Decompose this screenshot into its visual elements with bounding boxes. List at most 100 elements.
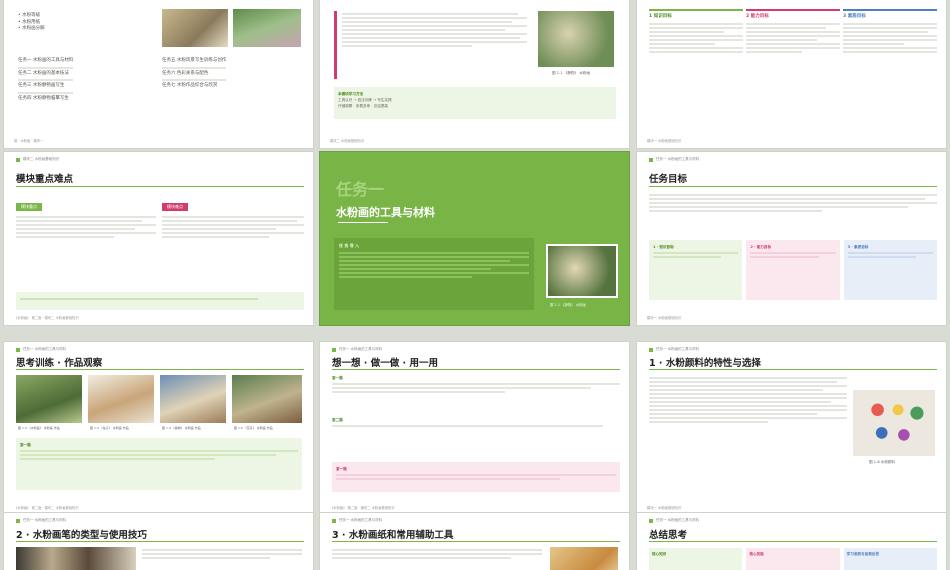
goal-column: 2 能力目标 xyxy=(746,9,840,55)
page-9: 任务一 水粉画的工具与材料 1 · 水粉颜料的特性与选择 图 1-6 水粉颜料 … xyxy=(636,341,947,516)
key-points: 模块重点 xyxy=(16,193,156,240)
summary-label: 核心技能 xyxy=(749,552,764,556)
body-text xyxy=(342,11,527,49)
goal-card: 1 · 知识目标 xyxy=(649,240,743,300)
summary-label: 学习收获与自我反思 xyxy=(846,552,879,556)
page-header: 任务一 水粉画的工具与材料 xyxy=(332,518,382,523)
task-item: 任务一 水粉画的工具与材料 xyxy=(18,58,74,63)
image-caption: 图 1-3 《兔子》 水粉画 作品 xyxy=(90,426,129,430)
summary-label: 核心知识 xyxy=(652,552,667,556)
task-item: 任务三 水粉静物画写生 xyxy=(18,83,65,88)
quote-bar xyxy=(334,11,337,79)
question-section: 第二题 xyxy=(332,417,620,429)
task-item: 任务五 水粉风景写生训练与创作 xyxy=(162,58,227,63)
goal-column: 1 知识目标 xyxy=(649,9,743,55)
key-badge: 模块重点 xyxy=(16,203,42,211)
difficult-badge: 模块难点 xyxy=(162,203,188,211)
page-4: 模块二 水粉画基础知识 模块重点难点 模块重点 模块难点 《水粉画》 第二版 ·… xyxy=(3,151,314,326)
page-header: 任务一 水粉画的工具与材料 xyxy=(649,347,699,352)
page-title: 2 · 水粉画笔的类型与使用技巧 xyxy=(16,530,147,541)
methods-box: 本模块学习方法 工具认识 → 技法训练 → 写生实践 仔细观察 · 多看多练 ·… xyxy=(334,87,616,119)
artwork-image xyxy=(88,375,154,423)
page-header: 模块二 水粉画基础知识 xyxy=(16,157,59,162)
page-header: 任务一 水粉画的工具与材料 xyxy=(16,518,66,523)
question-label: 第二题 xyxy=(332,418,343,422)
goal-label: 3 素质目标 xyxy=(843,14,866,19)
goal-card: 3 · 素质目标 xyxy=(843,240,937,300)
page-footer: 《水粉画》 第二版 · 模块二 水粉画基础知识 xyxy=(330,506,395,510)
methods-line: 仔细观察 · 多看多练 · 总结提高 xyxy=(338,104,388,108)
image-caption: 图 1-1 《静物》 水粉画 xyxy=(550,303,586,307)
image-caption: 图 1-2 《水粉画》 水粉画 作品 xyxy=(18,426,60,430)
goal-card: 2 · 能力目标 xyxy=(746,240,840,300)
page-3: 1 知识目标 2 能力目标 3 素质目标 模块一 水粉画基础知识 xyxy=(636,0,947,149)
page-title: 想一想 · 做一做 · 用一用 xyxy=(332,358,438,369)
summary-box xyxy=(16,292,304,310)
summary-card: 核心技能 xyxy=(746,548,840,570)
paint-palette-image xyxy=(853,390,935,456)
body-text xyxy=(649,192,937,214)
note-box: 第一题 xyxy=(16,438,302,490)
body-text xyxy=(649,375,847,425)
practice-box: 第一题 xyxy=(332,462,620,492)
page-title: 思考训练 · 作品观察 xyxy=(16,358,103,369)
note-label: 第一题 xyxy=(20,443,31,447)
brush-image xyxy=(16,547,136,570)
page-8: 任务一 水粉画的工具与材料 想一想 · 做一做 · 用一用 第一题 第二题 第一… xyxy=(319,341,630,516)
task-item: 任务四 水粉静物临摹写生 xyxy=(18,95,69,101)
image-caption: 图 1-5 《花卉》 水粉画 作品 xyxy=(234,426,273,430)
page-header: 任务一 水粉画的工具与材料 xyxy=(649,518,699,523)
page-6: 任务一 水粉画的工具与材料 任务目标 1 · 知识目标 2 · 能力目标 3 ·… xyxy=(636,151,947,326)
page-footer: 模块一 水粉画基础知识 xyxy=(647,506,682,510)
summary-card: 学习收获与自我反思 xyxy=(843,548,937,570)
goal-label: 2 能力目标 xyxy=(746,14,769,19)
page-11: 任务一 水粉画的工具与材料 3 · 水粉画纸和常用辅助工具 xyxy=(319,512,630,570)
question-label: 第一题 xyxy=(332,376,343,380)
image-caption: 图 1-1 《静物》 水粉画 xyxy=(552,71,591,75)
page-footer: 模块二 水粉画基础知识 xyxy=(330,139,365,143)
difficult-points: 模块难点 xyxy=(162,193,304,240)
page-1: • 水粉等级 • 水粉用纸 • 水粉画分解 任务一 水粉画的工具与材料 任务二 … xyxy=(3,0,314,149)
paper-image xyxy=(550,547,618,570)
page-header: 任务一 水粉画的工具与材料 xyxy=(332,347,382,352)
question-label: 第一题 xyxy=(336,467,347,471)
page-footer: 《水粉画》 第二版 · 模块二 水粉画基础知识 xyxy=(14,506,79,510)
task-item: 任务六 色彩关系与配色 xyxy=(162,70,209,76)
artwork-image xyxy=(16,375,82,423)
page-footer: 基 · 水粉画 · 模块一 xyxy=(14,139,44,143)
page-footer: 模块一 水粉画基础知识 xyxy=(647,316,682,320)
intro-label: 任 务 导 入 xyxy=(339,243,360,248)
goal-column: 3 素质目标 xyxy=(843,9,937,55)
artwork-image xyxy=(160,375,226,423)
intro-box: 任 务 导 入 xyxy=(334,238,534,310)
page-title: 1 · 水粉颜料的特性与选择 xyxy=(649,358,761,369)
page-2: 图 1-1 《静物》 水粉画 本模块学习方法 工具认识 → 技法训练 → 写生实… xyxy=(319,0,630,149)
image-caption: 图 1-4 《静物》 水粉画 作品 xyxy=(162,426,201,430)
cover-title: 任务一 xyxy=(336,180,385,199)
page-header: 任务一 水粉画的工具与材料 xyxy=(649,157,699,162)
page-title: 模块重点难点 xyxy=(16,174,74,185)
cover-subtitle: 水粉画的工具与材料 xyxy=(336,206,435,219)
goal-label: 1 知识目标 xyxy=(649,14,672,19)
page-12: 任务一 水粉画的工具与材料 总结思考 核心知识 核心技能 学习收获与自我反思 xyxy=(636,512,947,570)
page-header: 任务一 水粉画的工具与材料 xyxy=(16,347,66,352)
goal-label: 1 · 知识目标 xyxy=(653,245,674,249)
painting-image xyxy=(546,244,618,298)
page-footer: 模块一 水粉画基础知识 xyxy=(647,139,682,143)
page-10: 任务一 水粉画的工具与材料 2 · 水粉画笔的类型与使用技巧 xyxy=(3,512,314,570)
goal-label: 3 · 素质目标 xyxy=(847,245,869,249)
painting-thumbnail xyxy=(162,9,228,47)
image-caption: 图 1-6 水粉颜料 xyxy=(869,460,896,464)
page-7: 任务一 水粉画的工具与材料 思考训练 · 作品观察 图 1-2 《水粉画》 水粉… xyxy=(3,341,314,516)
page-title: 3 · 水粉画纸和常用辅助工具 xyxy=(332,530,454,541)
task-item: 任务二 水粉画的基本技法 xyxy=(18,70,69,76)
summary-card: 核心知识 xyxy=(649,548,743,570)
painting-thumbnail xyxy=(233,9,301,47)
list-item: • 水粉画分解 xyxy=(18,26,45,31)
page-5-cover: 任务一 水粉画的工具与材料 任 务 导 入 图 1-1 《静物》 水粉画 xyxy=(319,151,630,326)
question-section: 第一题 xyxy=(332,375,620,395)
artwork-image xyxy=(232,375,302,423)
task-item: 任务七 水粉作品综合与欣赏 xyxy=(162,83,218,88)
goal-label: 2 · 能力目标 xyxy=(750,245,772,249)
painting-image xyxy=(538,11,614,67)
